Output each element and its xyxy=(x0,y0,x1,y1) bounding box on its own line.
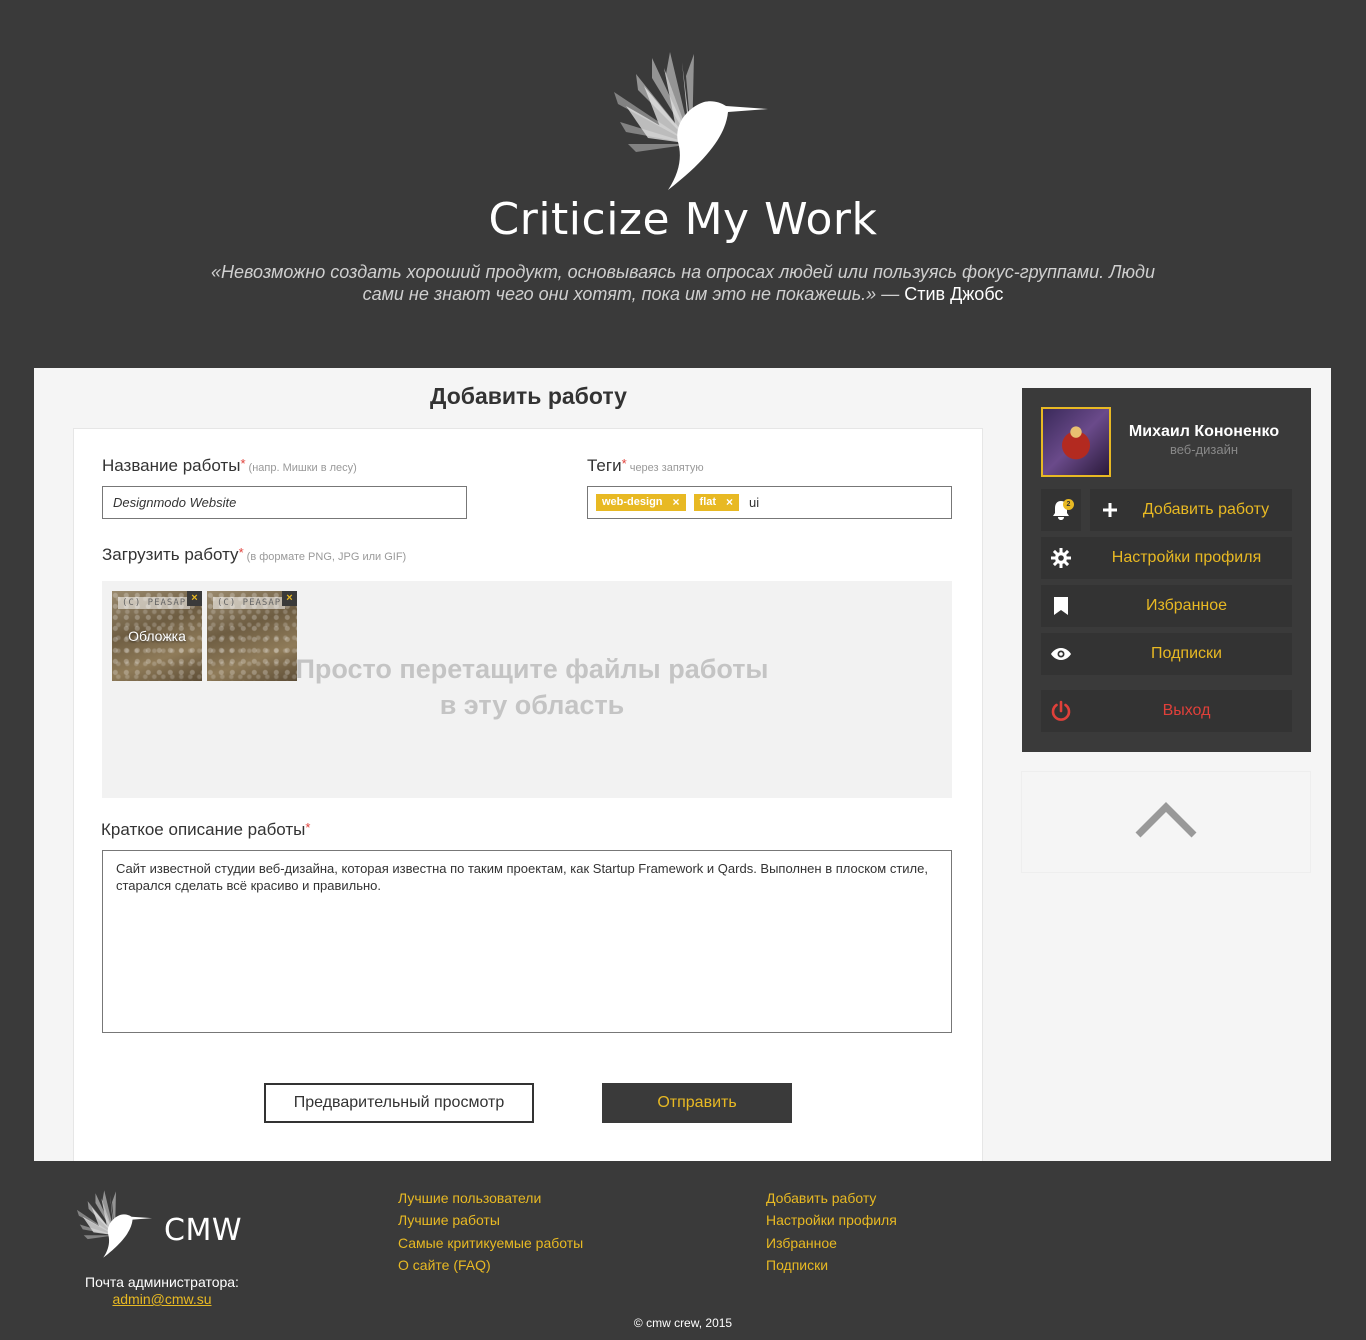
title-label-text: Название работы xyxy=(102,456,241,475)
tag-chip: web-design × xyxy=(596,494,686,511)
tag-typing-text[interactable]: ui xyxy=(749,495,759,510)
tags-hint: через запятую xyxy=(626,462,704,474)
power-icon xyxy=(1041,690,1081,732)
remove-image-icon[interactable]: × xyxy=(187,591,202,606)
upload-dropzone[interactable]: Просто перетащите файлы работы в эту обл… xyxy=(102,581,952,798)
add-work-button[interactable]: Добавить работу xyxy=(1090,489,1292,531)
tag-label: web-design xyxy=(602,496,663,508)
footer-link-top-works[interactable]: Лучшие работы xyxy=(398,1209,583,1231)
description-label-text: Краткое описание работы xyxy=(101,820,306,839)
tag-remove-icon[interactable]: × xyxy=(673,494,680,511)
footer-link-subscriptions[interactable]: Подписки xyxy=(766,1254,897,1276)
notifications-button[interactable]: 2 xyxy=(1041,489,1081,531)
chevron-up-icon xyxy=(1134,801,1198,844)
admin-mail-label: Почта администратора: xyxy=(85,1274,239,1290)
header-quote: «Невозможно создать хороший продукт, осн… xyxy=(200,261,1166,305)
add-work-label: Добавить работу xyxy=(1142,501,1270,518)
quote-text: «Невозможно создать хороший продукт, осн… xyxy=(211,262,1155,304)
description-label: Краткое описание работы* xyxy=(101,820,310,840)
submit-button[interactable]: Отправить xyxy=(602,1083,792,1123)
tags-label-text: Теги xyxy=(587,456,622,475)
site-title: Criticize My Work xyxy=(488,194,878,245)
cover-caption: Обложка xyxy=(128,628,186,644)
required-mark: * xyxy=(305,820,311,835)
preview-button[interactable]: Предварительный просмотр xyxy=(264,1083,534,1123)
profile-settings-button[interactable]: Настройки профиля xyxy=(1041,537,1292,579)
gear-icon xyxy=(1041,537,1081,579)
user-role: веб-дизайн xyxy=(1169,442,1239,457)
bookmark-icon xyxy=(1041,585,1081,627)
user-name[interactable]: Михаил Кононенко xyxy=(1118,423,1290,441)
hummingbird-logo[interactable] xyxy=(608,52,772,194)
scroll-to-top-button[interactable] xyxy=(1021,771,1311,873)
footer-brand: CMW xyxy=(164,1213,242,1248)
footer-link-favorites[interactable]: Избранное xyxy=(766,1232,897,1254)
title-hint: (напр. Мишки в лесу) xyxy=(245,462,357,474)
watermark-text: (C) PEASAP xyxy=(118,597,191,609)
admin-email-link[interactable]: admin@cmw.su xyxy=(74,1291,250,1307)
uploaded-thumbnail[interactable]: (C) PEASAP × Обложка xyxy=(112,591,202,681)
favorites-label: Избранное xyxy=(1145,597,1228,614)
upload-label: Загрузить работу* (в формате PNG, JPG ил… xyxy=(102,545,406,565)
bell-icon xyxy=(1041,489,1081,531)
footer-links-primary: Лучшие пользователи Лучшие работы Самые … xyxy=(398,1187,583,1276)
tag-chip: flat × xyxy=(693,494,740,511)
copyright: © cmw crew, 2015 xyxy=(633,1316,733,1330)
subscriptions-button[interactable]: Подписки xyxy=(1041,633,1292,675)
notification-count-badge: 2 xyxy=(1063,499,1074,510)
eye-icon xyxy=(1041,633,1081,675)
dropzone-line-2: в эту область xyxy=(439,690,625,720)
subscriptions-label: Подписки xyxy=(1151,645,1222,662)
quote-dash: — xyxy=(876,284,905,304)
description-textarea[interactable]: Сайт известной студии веб-дизайна, котор… xyxy=(102,850,952,1033)
upload-label-text: Загрузить работу xyxy=(102,545,239,564)
footer-link-most-criticized[interactable]: Самые критикуемые работы xyxy=(398,1232,583,1254)
footer-link-top-users[interactable]: Лучшие пользователи xyxy=(398,1187,583,1209)
title-input[interactable]: Designmodo Website xyxy=(102,486,467,519)
tag-remove-icon[interactable]: × xyxy=(726,494,733,511)
tags-input[interactable]: web-design × flat × ui xyxy=(587,486,952,519)
footer-link-settings[interactable]: Настройки профиля xyxy=(766,1209,897,1231)
tag-label: flat xyxy=(699,496,717,508)
footer-logo[interactable] xyxy=(74,1190,154,1260)
avatar[interactable] xyxy=(1041,407,1111,477)
logout-label: Выход xyxy=(1162,702,1211,719)
upload-hint: (в формате PNG, JPG или GIF) xyxy=(243,551,407,563)
favorites-button[interactable]: Избранное xyxy=(1041,585,1292,627)
page-title: Добавить работу xyxy=(430,383,627,409)
footer-link-add-work[interactable]: Добавить работу xyxy=(766,1187,897,1209)
quote-author: Стив Джобс xyxy=(904,284,1004,304)
profile-settings-label: Настройки профиля xyxy=(1111,549,1262,566)
footer-links-account: Добавить работу Настройки профиля Избран… xyxy=(766,1187,897,1276)
footer-link-faq[interactable]: О сайте (FAQ) xyxy=(398,1254,583,1276)
watermark-text: (C) PEASAP xyxy=(213,597,286,609)
title-label: Название работы* (напр. Мишки в лесу) xyxy=(102,456,357,476)
uploaded-thumbnail[interactable]: (C) PEASAP × xyxy=(207,591,297,681)
remove-image-icon[interactable]: × xyxy=(282,591,297,606)
logout-button[interactable]: Выход xyxy=(1041,690,1292,732)
tags-label: Теги* через запятую xyxy=(587,456,704,476)
